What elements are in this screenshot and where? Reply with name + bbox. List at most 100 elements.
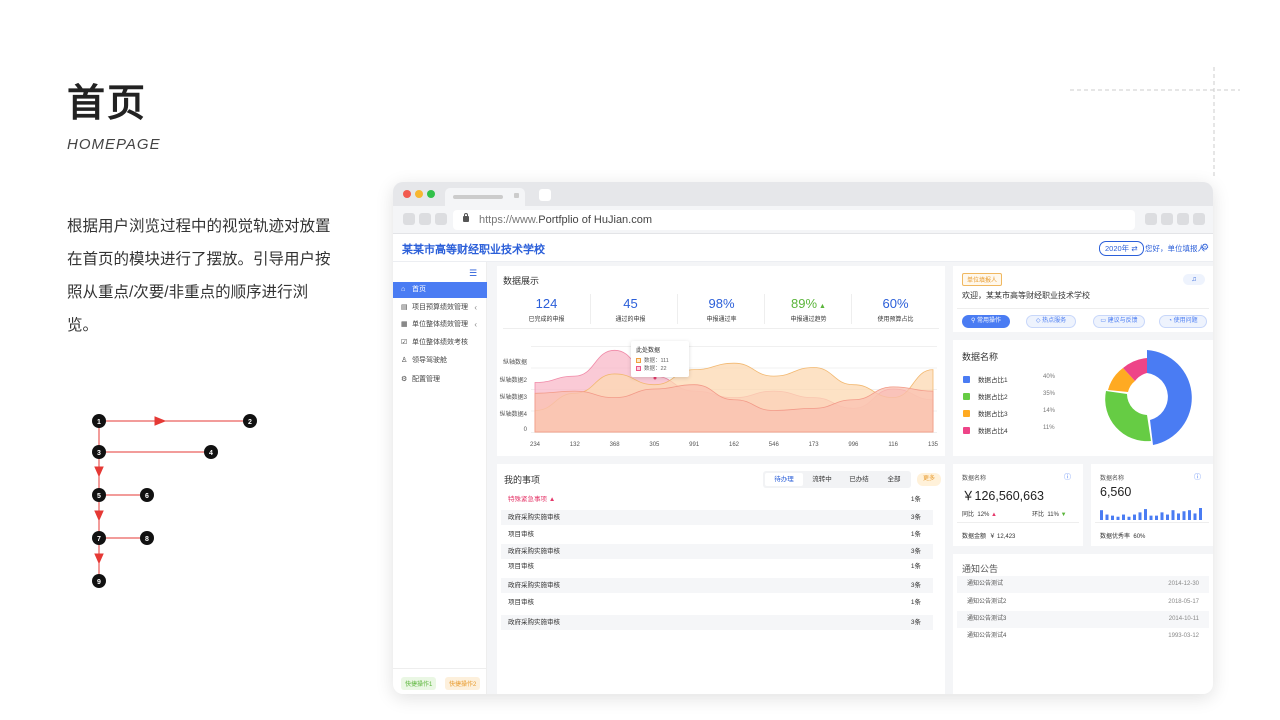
x-tick-label: 173 <box>808 442 819 448</box>
user-icon: ♙ <box>401 357 408 364</box>
chart-tooltip: 此处数据 数据：111 数据：22 <box>631 341 689 377</box>
svg-text:5: 5 <box>97 493 101 500</box>
legend-item: 数据占比3 14% <box>963 408 1055 418</box>
mini-bar <box>1105 514 1109 520</box>
app-header: 某某市高等财经职业技术学校 2020年 ⇄ 您好，单位填报人 ⚙ <box>393 234 1213 262</box>
notice-row[interactable]: 通知公告测试2 2018-05-17 <box>957 594 1209 611</box>
minimize-window-button[interactable] <box>415 190 423 198</box>
legend-item: 数据占比4 11% <box>963 425 1055 435</box>
lock-icon <box>463 213 469 222</box>
more-button[interactable]: 更多 <box>917 473 941 486</box>
mini-bar <box>1188 510 1191 520</box>
donut-slice-2 <box>1105 391 1151 442</box>
mini-bar <box>1127 516 1131 520</box>
card-title: 数据展示 <box>503 276 540 286</box>
reload-button[interactable] <box>435 213 447 225</box>
mini-bar <box>1100 510 1103 520</box>
tab-in-transit[interactable]: 流转中 <box>804 473 840 486</box>
hot-service-button[interactable]: ◇ 热点服务 <box>1026 315 1076 328</box>
user-greeting[interactable]: 您好，单位填报人 <box>1145 243 1205 254</box>
donut-card: 数据名称 数据占比1 40% 数据占比2 35% 数据占比3 14% 数据占比4 11% <box>953 340 1213 456</box>
notice-row[interactable]: 通知公告测试 2014-12-30 <box>957 576 1209 593</box>
donut-slice-1 <box>1147 350 1192 445</box>
forward-button[interactable] <box>419 213 431 225</box>
checklist-icon: ☑ <box>401 339 408 346</box>
data-display-card: 数据展示 124 已完成的申报 45 通过的申报 98% 申报通过率 89% ▲ 申报通… <box>497 266 945 456</box>
decorative-dashes <box>1060 62 1250 187</box>
stat-pass-rate: 98% 申报通过率 <box>706 296 737 323</box>
todo-row[interactable]: 政府采购实施审核 3条 <box>501 544 933 559</box>
tab-completed[interactable]: 已办结 <box>841 473 877 486</box>
mini-bar <box>1122 514 1125 520</box>
sidebar-item-project-budget[interactable]: ▤ 项目预算绩效管理 ‹ <box>393 300 487 316</box>
mini-bar <box>1149 515 1153 520</box>
back-button[interactable] <box>403 213 415 225</box>
notice-row[interactable]: 通知公告测试4 1993-03-12 <box>957 628 1209 645</box>
x-tick-label: 546 <box>768 442 779 448</box>
x-tick-label: 234 <box>529 442 540 448</box>
extension-button[interactable] <box>1177 213 1189 225</box>
sidebar-item-home[interactable]: ⌂ 首页 <box>393 282 487 298</box>
y-tick-label: 纵轴数据2 <box>499 378 527 384</box>
sidebar-item-cockpit[interactable]: ♙ 领导驾驶舱 <box>393 353 487 369</box>
gear-icon[interactable]: ⚙ <box>1201 242 1209 253</box>
tab-all[interactable]: 全部 <box>878 473 910 486</box>
todo-row[interactable]: 政府采购实施审核 3条 <box>501 578 933 593</box>
svg-text:8: 8 <box>145 536 149 543</box>
mini-bar <box>1111 515 1114 520</box>
sidebar: ☰ ⌂ 首页 ▤ 项目预算绩效管理 ‹ ▦ 单位整体绩效管理 ‹ ☑ 单位整体绩效考… <box>393 262 487 694</box>
sidebar-item-unit-assessment[interactable]: ☑ 单位整体绩效考核 <box>393 335 487 351</box>
mini-bar <box>1171 510 1175 520</box>
mini-bar <box>1160 512 1164 520</box>
todo-card: 我的事项 待办理 流转中 已办结 全部 更多 特殊紧急事项 ▲ 1条 政府采购实施… <box>497 464 945 694</box>
svg-text:9: 9 <box>97 579 101 586</box>
x-tick-label: 162 <box>728 442 739 448</box>
todo-row[interactable]: 项目审核 1条 <box>501 559 933 574</box>
todo-row[interactable]: 项目审核 1条 <box>501 595 933 610</box>
x-tick-label: 132 <box>569 442 580 448</box>
metric-card-amount: 数据名称 ⓘ ￥126,560,663 同比 12% ▲ 环比 11% ▼ 数据… <box>953 464 1083 546</box>
svg-text:4: 4 <box>209 450 213 457</box>
info-icon[interactable]: ⓘ <box>1194 472 1201 482</box>
todo-row-urgent[interactable]: 特殊紧急事项 ▲ 1条 <box>501 492 933 507</box>
quick-action-1-button[interactable]: 快捷操作1 <box>401 677 437 690</box>
close-tab-icon[interactable] <box>514 193 519 198</box>
chevron-left-icon: ‹ <box>474 320 477 329</box>
extension-button[interactable] <box>1161 213 1173 225</box>
welcome-text: 欢迎，某某市高等财经职业技术学校 <box>962 291 1090 300</box>
menu-collapse-icon[interactable]: ☰ <box>469 268 477 279</box>
svg-text:1: 1 <box>97 419 101 426</box>
todo-row[interactable]: 政府采购实施审核 3条 <box>501 615 933 630</box>
extension-button[interactable] <box>1145 213 1157 225</box>
card-title: 通知公告 <box>962 564 999 574</box>
browser-tab[interactable] <box>445 188 525 206</box>
browser-tabbar <box>393 182 1213 206</box>
todo-row[interactable]: 政府采购实施审核 3条 <box>501 510 933 525</box>
donut-chart <box>1105 350 1192 445</box>
sidebar-item-unit-performance[interactable]: ▦ 单位整体绩效管理 ‹ <box>393 317 487 333</box>
mini-bar <box>1155 515 1158 520</box>
home-icon: ⌂ <box>401 286 406 293</box>
page-description: 根据用户浏览过程中的视觉轨迹对放置在首页的模块进行了摆放。引导用户按照从重点/次… <box>67 218 331 334</box>
stat-passed: 45 通过的申报 <box>615 296 646 323</box>
tab-pending[interactable]: 待办理 <box>765 473 803 486</box>
menu-button[interactable] <box>1193 213 1205 225</box>
stat-budget-ratio: 60% 使用预算占比 <box>877 296 914 323</box>
stat-completed: 124 已完成的申报 <box>528 296 565 323</box>
year-switch[interactable]: 2020年 ⇄ <box>1099 241 1144 256</box>
quick-action-2-button[interactable]: 快捷操作2 <box>445 677 481 690</box>
notice-row[interactable]: 通知公告测试3 2014-10-11 <box>957 611 1209 628</box>
feedback-button[interactable]: ▭ 建议与反馈 <box>1093 315 1145 328</box>
browser-toolbar: https://www.Portfplio of HuJian.com <box>393 206 1213 234</box>
sidebar-item-config[interactable]: ⚙ 配置管理 <box>393 372 487 388</box>
bell-icon[interactable]: ♫ <box>1183 274 1205 285</box>
common-actions-button[interactable]: ⚲ 常用操作 <box>962 315 1010 328</box>
close-window-button[interactable] <box>403 190 411 198</box>
usage-question-button[interactable]: ◔ 使用问题 <box>1159 315 1207 328</box>
info-icon[interactable]: ⓘ <box>1064 472 1071 482</box>
maximize-window-button[interactable] <box>427 190 435 198</box>
address-bar[interactable]: https://www.Portfplio of HuJian.com <box>453 210 1135 230</box>
todo-row[interactable]: 项目审核 1条 <box>501 527 933 542</box>
x-tick-label: 996 <box>848 442 859 448</box>
new-tab-button[interactable] <box>539 189 551 201</box>
